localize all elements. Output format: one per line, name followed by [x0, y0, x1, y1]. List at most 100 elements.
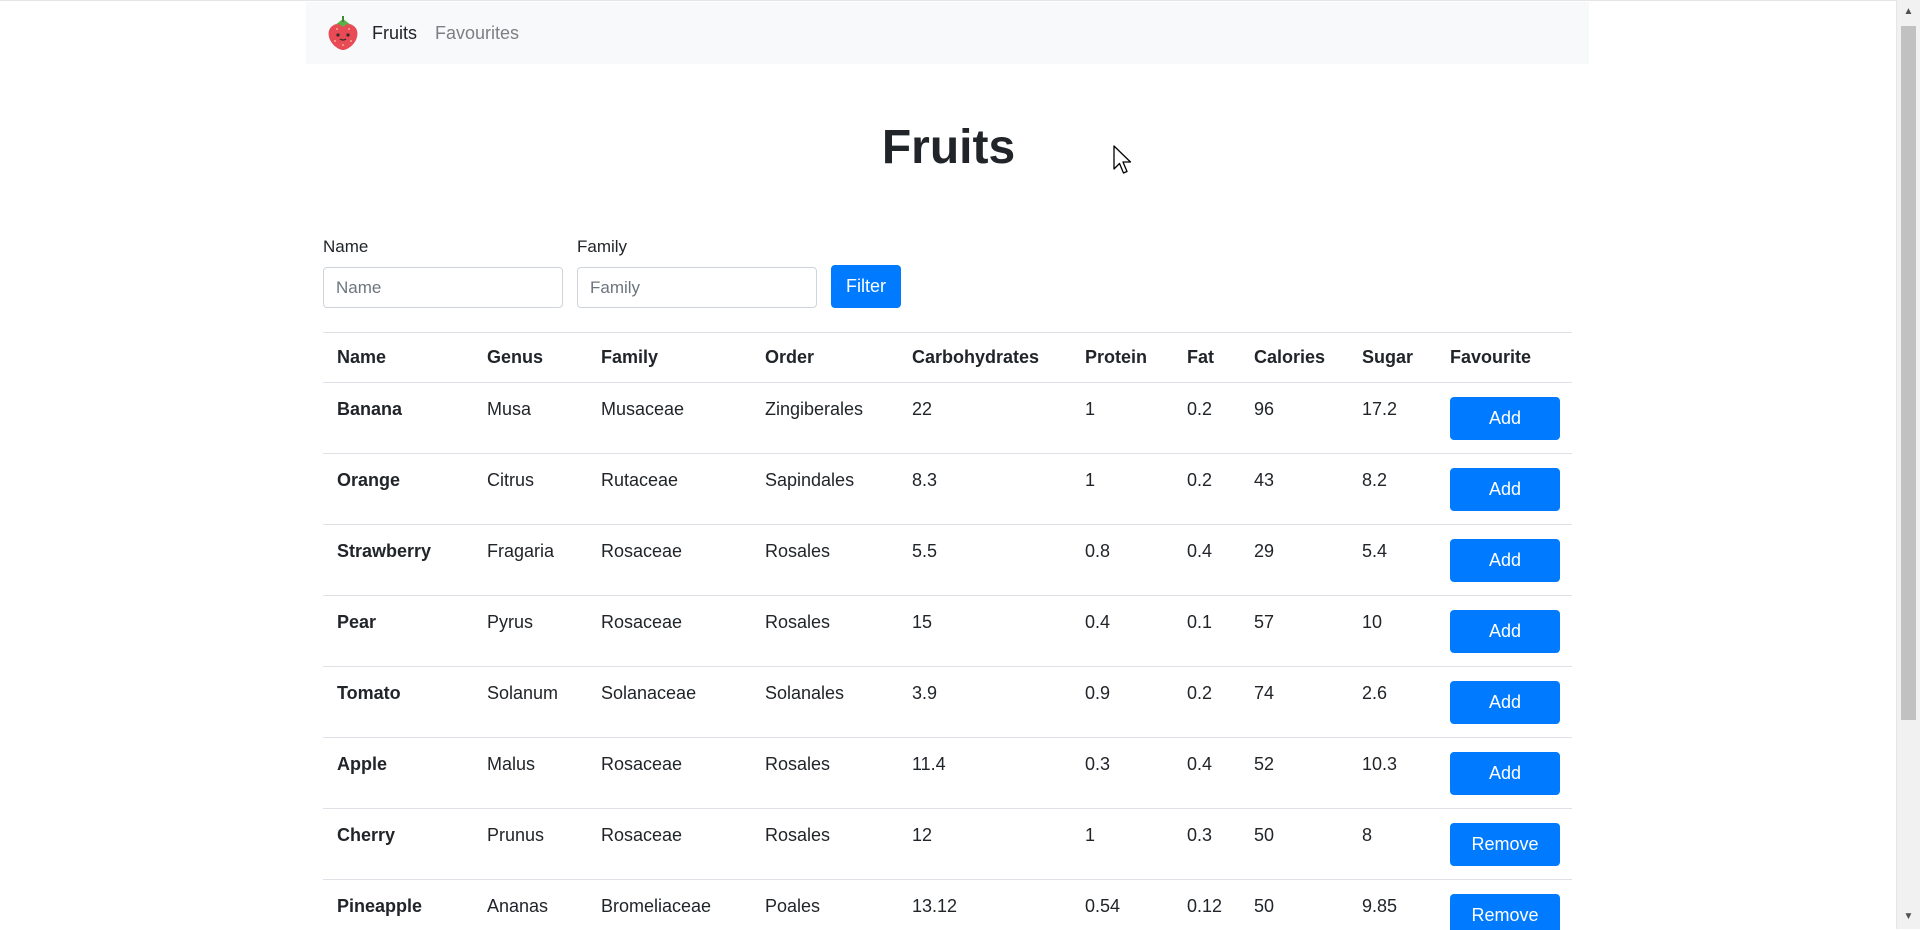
cell-order: Sapindales	[751, 454, 898, 525]
cell-order: Solanales	[751, 667, 898, 738]
cell-name: Cherry	[323, 809, 473, 880]
cell-protein: 0.4	[1071, 596, 1173, 667]
cell-protein: 0.8	[1071, 525, 1173, 596]
cell-sugar: 8.2	[1348, 454, 1436, 525]
cell-calories: 50	[1240, 880, 1348, 930]
cell-name: Orange	[323, 454, 473, 525]
cell-genus: Pyrus	[473, 596, 587, 667]
filter-button[interactable]: Filter	[831, 265, 901, 308]
cell-carbohydrates: 5.5	[898, 525, 1071, 596]
cell-sugar: 17.2	[1348, 383, 1436, 454]
cell-name: Strawberry	[323, 525, 473, 596]
top-navbar: Fruits Favourites	[306, 2, 1589, 64]
table-row: Pineapple Ananas Bromeliaceae Poales 13.…	[323, 880, 1572, 930]
column-header-carbohydrates[interactable]: Carbohydrates	[898, 333, 1071, 383]
cell-protein: 0.54	[1071, 880, 1173, 930]
cell-carbohydrates: 15	[898, 596, 1071, 667]
scrollbar-thumb[interactable]	[1901, 26, 1916, 720]
name-input[interactable]	[323, 267, 563, 308]
navbar-brand[interactable]: Fruits	[326, 15, 417, 51]
mouse-cursor-icon	[1113, 145, 1133, 175]
column-header-order[interactable]: Order	[751, 333, 898, 383]
cell-favourite: Add	[1436, 525, 1572, 596]
add-favourite-button[interactable]: Add	[1450, 468, 1560, 511]
brand-link-fruits[interactable]: Fruits	[372, 23, 417, 44]
cell-order: Poales	[751, 880, 898, 930]
page-title: Fruits	[0, 119, 1897, 177]
table-row: Apple Malus Rosaceae Rosales 11.4 0.3 0.…	[323, 738, 1572, 809]
cell-name: Pineapple	[323, 880, 473, 930]
strawberry-icon	[326, 15, 360, 51]
cell-calories: 74	[1240, 667, 1348, 738]
cell-favourite: Remove	[1436, 809, 1572, 880]
table-row: Banana Musa Musaceae Zingiberales 22 1 0…	[323, 383, 1572, 454]
family-input[interactable]	[577, 267, 817, 308]
cell-fat: 0.12	[1173, 880, 1240, 930]
cell-fat: 0.2	[1173, 667, 1240, 738]
cell-family: Rosaceae	[587, 525, 751, 596]
cell-protein: 1	[1071, 454, 1173, 525]
name-field-group: Name	[323, 237, 563, 308]
add-favourite-button[interactable]: Add	[1450, 397, 1560, 440]
cell-family: Musaceae	[587, 383, 751, 454]
add-favourite-button[interactable]: Add	[1450, 752, 1560, 795]
cell-fat: 0.2	[1173, 383, 1240, 454]
cell-favourite: Add	[1436, 596, 1572, 667]
add-favourite-button[interactable]: Add	[1450, 681, 1560, 724]
cell-sugar: 8	[1348, 809, 1436, 880]
table-row: Cherry Prunus Rosaceae Rosales 12 1 0.3 …	[323, 809, 1572, 880]
column-header-protein[interactable]: Protein	[1071, 333, 1173, 383]
remove-favourite-button[interactable]: Remove	[1450, 823, 1560, 866]
column-header-sugar[interactable]: Sugar	[1348, 333, 1436, 383]
column-header-calories[interactable]: Calories	[1240, 333, 1348, 383]
cell-protein: 1	[1071, 383, 1173, 454]
column-header-name[interactable]: Name	[323, 333, 473, 383]
cell-family: Rosaceae	[587, 596, 751, 667]
cell-favourite: Add	[1436, 454, 1572, 525]
cell-name: Tomato	[323, 667, 473, 738]
cell-protein: 1	[1071, 809, 1173, 880]
name-label: Name	[323, 237, 563, 257]
scroll-down-arrow-icon[interactable]: ▼	[1897, 907, 1920, 927]
page-viewport: Fruits Favourites Fruits Name Family Fil…	[0, 0, 1897, 930]
cell-sugar: 10.3	[1348, 738, 1436, 809]
cell-favourite: Add	[1436, 383, 1572, 454]
cell-order: Zingiberales	[751, 383, 898, 454]
cell-fat: 0.3	[1173, 809, 1240, 880]
vertical-scrollbar[interactable]: ▲ ▼	[1896, 0, 1920, 929]
family-label: Family	[577, 237, 817, 257]
cell-genus: Ananas	[473, 880, 587, 930]
cell-fat: 0.1	[1173, 596, 1240, 667]
cell-protein: 0.3	[1071, 738, 1173, 809]
cell-name: Banana	[323, 383, 473, 454]
column-header-favourite: Favourite	[1436, 333, 1572, 383]
nav-link-favourites[interactable]: Favourites	[435, 23, 519, 44]
remove-favourite-button[interactable]: Remove	[1450, 894, 1560, 930]
cell-genus: Malus	[473, 738, 587, 809]
cell-calories: 29	[1240, 525, 1348, 596]
cell-sugar: 10	[1348, 596, 1436, 667]
column-header-fat[interactable]: Fat	[1173, 333, 1240, 383]
cell-family: Solanaceae	[587, 667, 751, 738]
table-row: Strawberry Fragaria Rosaceae Rosales 5.5…	[323, 525, 1572, 596]
cell-sugar: 9.85	[1348, 880, 1436, 930]
cell-calories: 50	[1240, 809, 1348, 880]
cell-carbohydrates: 3.9	[898, 667, 1071, 738]
cell-name: Apple	[323, 738, 473, 809]
cell-genus: Citrus	[473, 454, 587, 525]
scroll-up-arrow-icon[interactable]: ▲	[1897, 2, 1920, 22]
add-favourite-button[interactable]: Add	[1450, 539, 1560, 582]
cell-sugar: 5.4	[1348, 525, 1436, 596]
cell-family: Rosaceae	[587, 809, 751, 880]
cell-favourite: Add	[1436, 738, 1572, 809]
cell-genus: Fragaria	[473, 525, 587, 596]
cell-carbohydrates: 11.4	[898, 738, 1071, 809]
column-header-genus[interactable]: Genus	[473, 333, 587, 383]
table-row: Pear Pyrus Rosaceae Rosales 15 0.4 0.1 5…	[323, 596, 1572, 667]
cell-order: Rosales	[751, 738, 898, 809]
cell-favourite: Add	[1436, 667, 1572, 738]
add-favourite-button[interactable]: Add	[1450, 610, 1560, 653]
cell-favourite: Remove	[1436, 880, 1572, 930]
cell-fat: 0.4	[1173, 525, 1240, 596]
column-header-family[interactable]: Family	[587, 333, 751, 383]
